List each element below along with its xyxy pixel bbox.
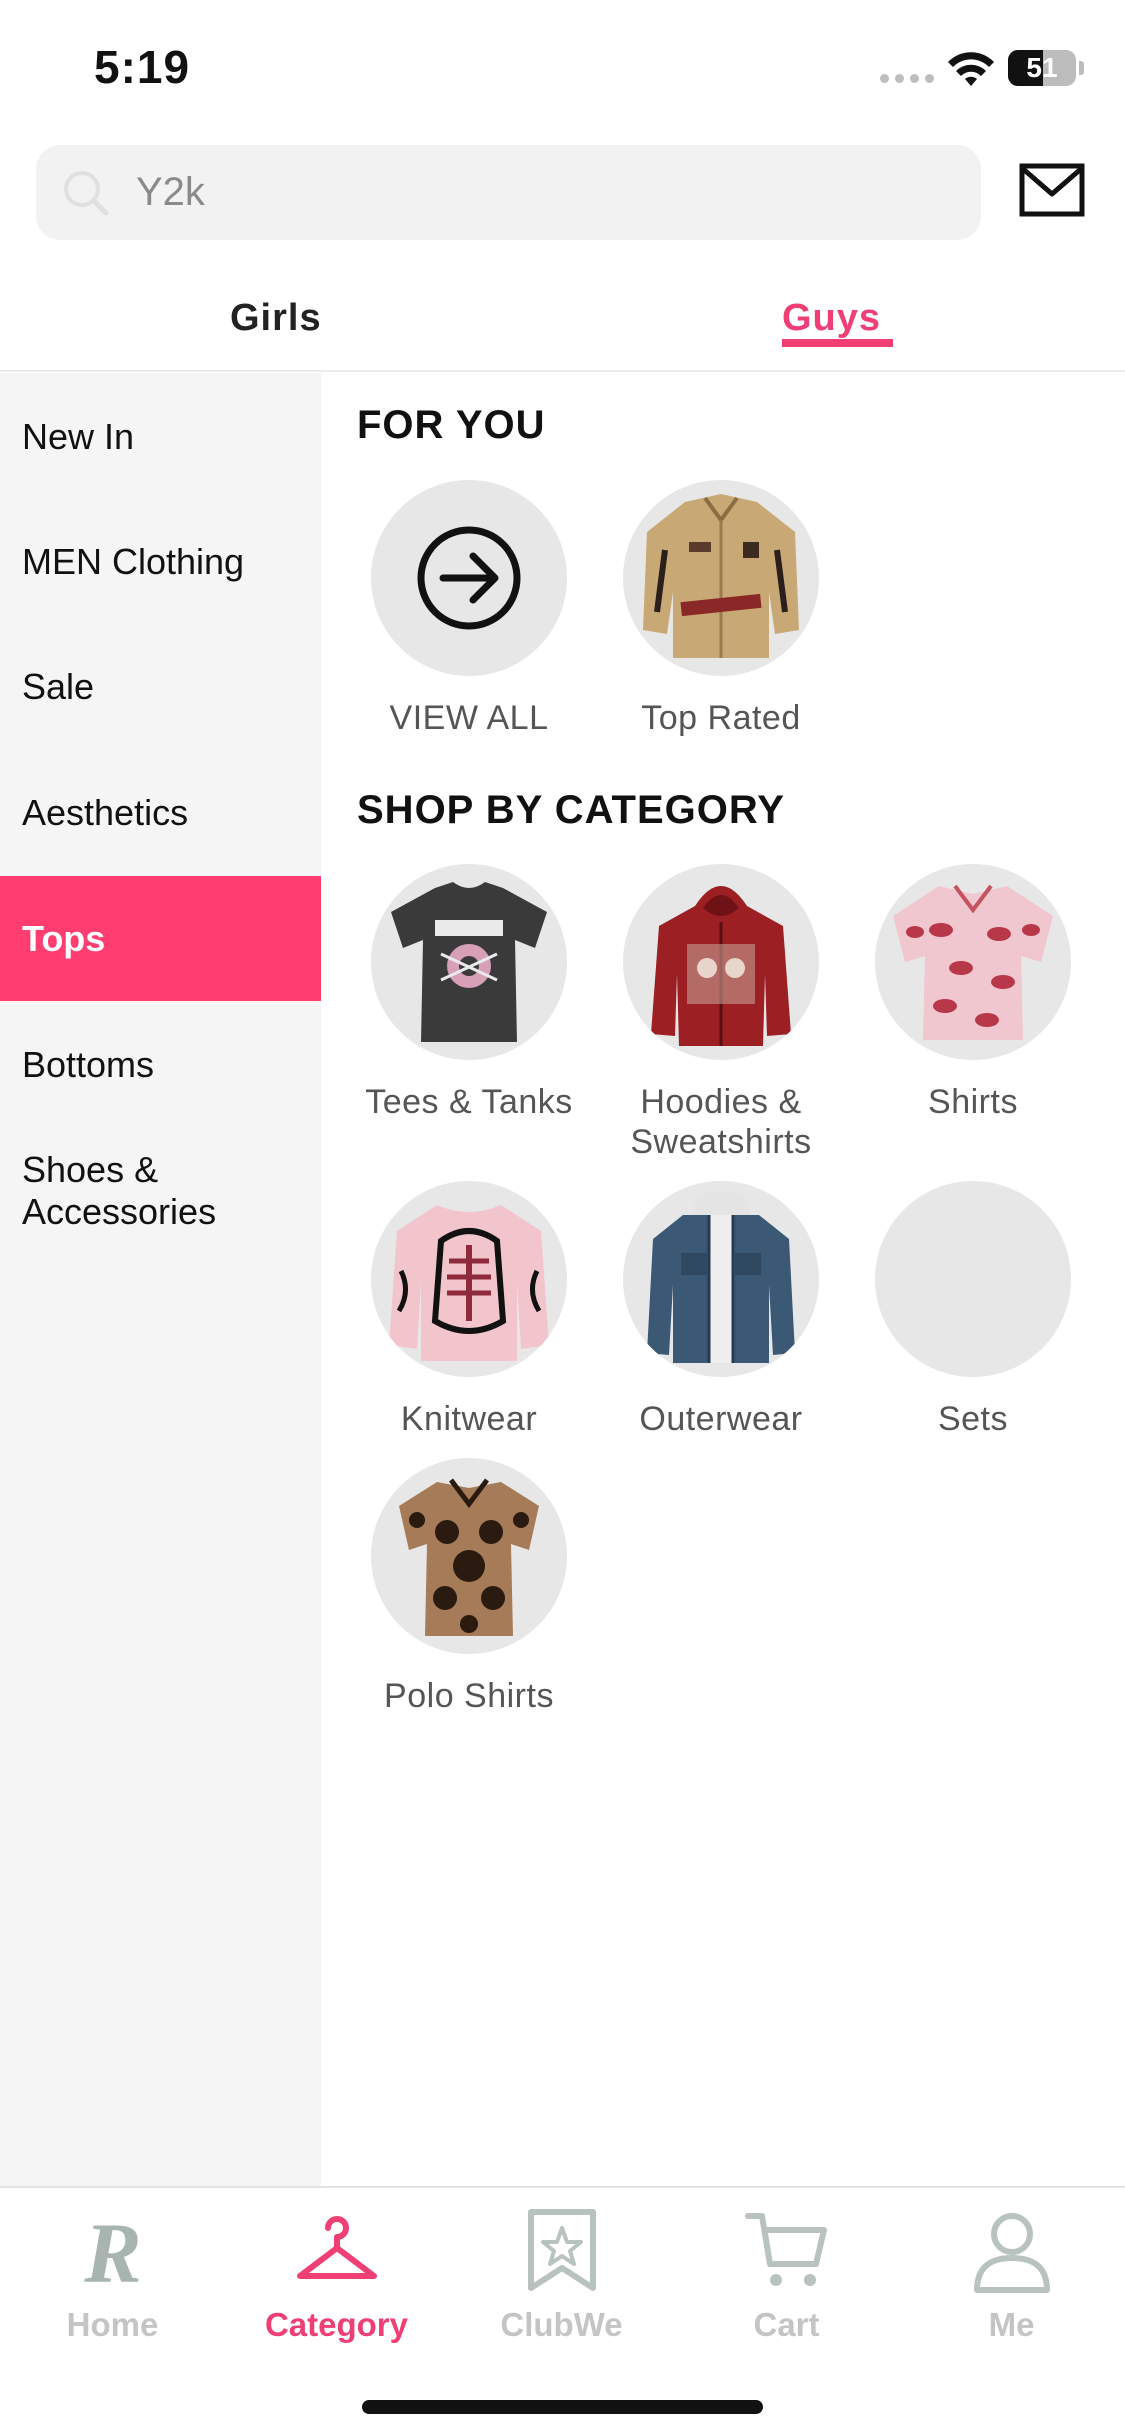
red-hoodie-image [651,886,791,1046]
bottom-nav: R Home Category ClubWe Cart Me [0,2186,1125,2436]
nav-home[interactable]: R Home [0,2206,225,2344]
category-sets[interactable]: Sets [847,1181,1099,1439]
hoodies-circle [623,864,819,1060]
category-polo-shirts[interactable]: Polo Shirts [343,1458,595,1716]
polo-shirts-circle [371,1458,567,1654]
sidebar-item-tops[interactable]: Tops [0,876,321,1001]
battery-icon: 51 [1008,50,1076,86]
category-knitwear[interactable]: Knitwear [343,1181,595,1439]
tees-tanks-circle [371,864,567,1060]
mail-icon[interactable] [1018,160,1086,220]
nav-me-label: Me [988,2306,1035,2343]
home-logo-icon: R [83,2206,141,2296]
for-you-top-rated[interactable]: Top Rated [595,480,847,738]
sidebar-item-men-clothing[interactable]: MEN Clothing [0,499,321,624]
person-icon [973,2213,1050,2293]
for-you-view-all[interactable]: VIEW ALL [343,480,595,738]
nav-category[interactable]: Category [224,2206,449,2344]
nav-cart[interactable]: Cart [674,2206,899,2344]
tees-tanks-label: Tees & Tanks [365,1083,573,1121]
denim-jacket-image [647,1191,795,1363]
sidebar-item-bottoms[interactable]: Bottoms [0,1002,321,1127]
top-rated-label: Top Rated [641,699,801,737]
outerwear-circle [623,1181,819,1377]
pink-sweater-image [389,1205,549,1361]
category-outerwear[interactable]: Outerwear [595,1181,847,1439]
sidebar-item-aesthetics[interactable]: Aesthetics [0,750,321,875]
bookmark-star-icon [527,2209,596,2291]
shop-by-category-title: SHOP BY CATEGORY [357,788,785,832]
nav-clubwe[interactable]: ClubWe [449,2206,674,2344]
black-tee-image [391,882,547,1042]
battery-tip [1079,61,1084,75]
polo-shirts-label: Polo Shirts [384,1677,554,1715]
tab-guys-underline [782,339,893,347]
sidebar-item-shoes-accessories[interactable]: Shoes & Accessories [0,1128,321,1253]
home-indicator [362,2400,763,2414]
brown-polo-image [399,1478,539,1636]
category-shirts[interactable]: Shirts [847,864,1099,1122]
top-rated-circle [623,480,819,676]
sets-circle [875,1181,1071,1377]
outerwear-label: Outerwear [639,1400,803,1438]
category-tees-tanks[interactable]: Tees & Tanks [343,864,595,1122]
search-placeholder: Y2k [136,170,205,214]
tab-girls[interactable]: Girls [230,297,322,340]
cellular-signal-icon [880,74,934,83]
nav-home-label: Home [66,2306,159,2343]
for-you-title: FOR YOU [357,403,546,447]
tab-guys[interactable]: Guys [782,297,881,340]
knitwear-circle [371,1181,567,1377]
status-bar: 5:19 51 [0,0,1125,135]
battery-percent: 51 [1026,52,1058,83]
category-content: FOR YOU VIEW ALL Top Rated SHOP BY CATEG… [321,373,1125,2186]
search-input[interactable]: Y2k [36,145,981,240]
pink-shirt-image [893,884,1053,1040]
category-hoodies-sweatshirts[interactable]: Hoodies & Sweatshirts [595,864,847,1162]
nav-me[interactable]: Me [899,2206,1124,2344]
hoodies-label: Hoodies & Sweatshirts [630,1083,812,1161]
sidebar-item-sale[interactable]: Sale [0,624,321,749]
nav-clubwe-label: ClubWe [500,2306,623,2343]
knitwear-label: Knitwear [400,1400,538,1438]
view-all-circle [371,480,567,676]
nav-category-label: Category [264,2306,409,2343]
svg-text:R: R [83,2206,141,2296]
shirts-label: Shirts [928,1083,1018,1121]
shirts-circle [875,864,1071,1060]
status-time: 5:19 [94,41,191,93]
cart-icon [744,2213,827,2286]
tan-jacket-image [643,494,799,658]
category-sidebar: New In MEN Clothing Sale Aesthetics Tops… [0,373,321,2186]
sets-label: Sets [937,1400,1009,1438]
view-all-label: VIEW ALL [389,699,549,737]
wifi-icon [948,52,994,86]
arrow-right-circle-icon [417,526,521,630]
hanger-icon [296,2216,377,2279]
search-icon [64,170,109,215]
gender-tabs: Girls Guys [0,265,1125,372]
nav-cart-label: Cart [753,2306,820,2343]
sidebar-item-new-in[interactable]: New In [0,374,321,499]
